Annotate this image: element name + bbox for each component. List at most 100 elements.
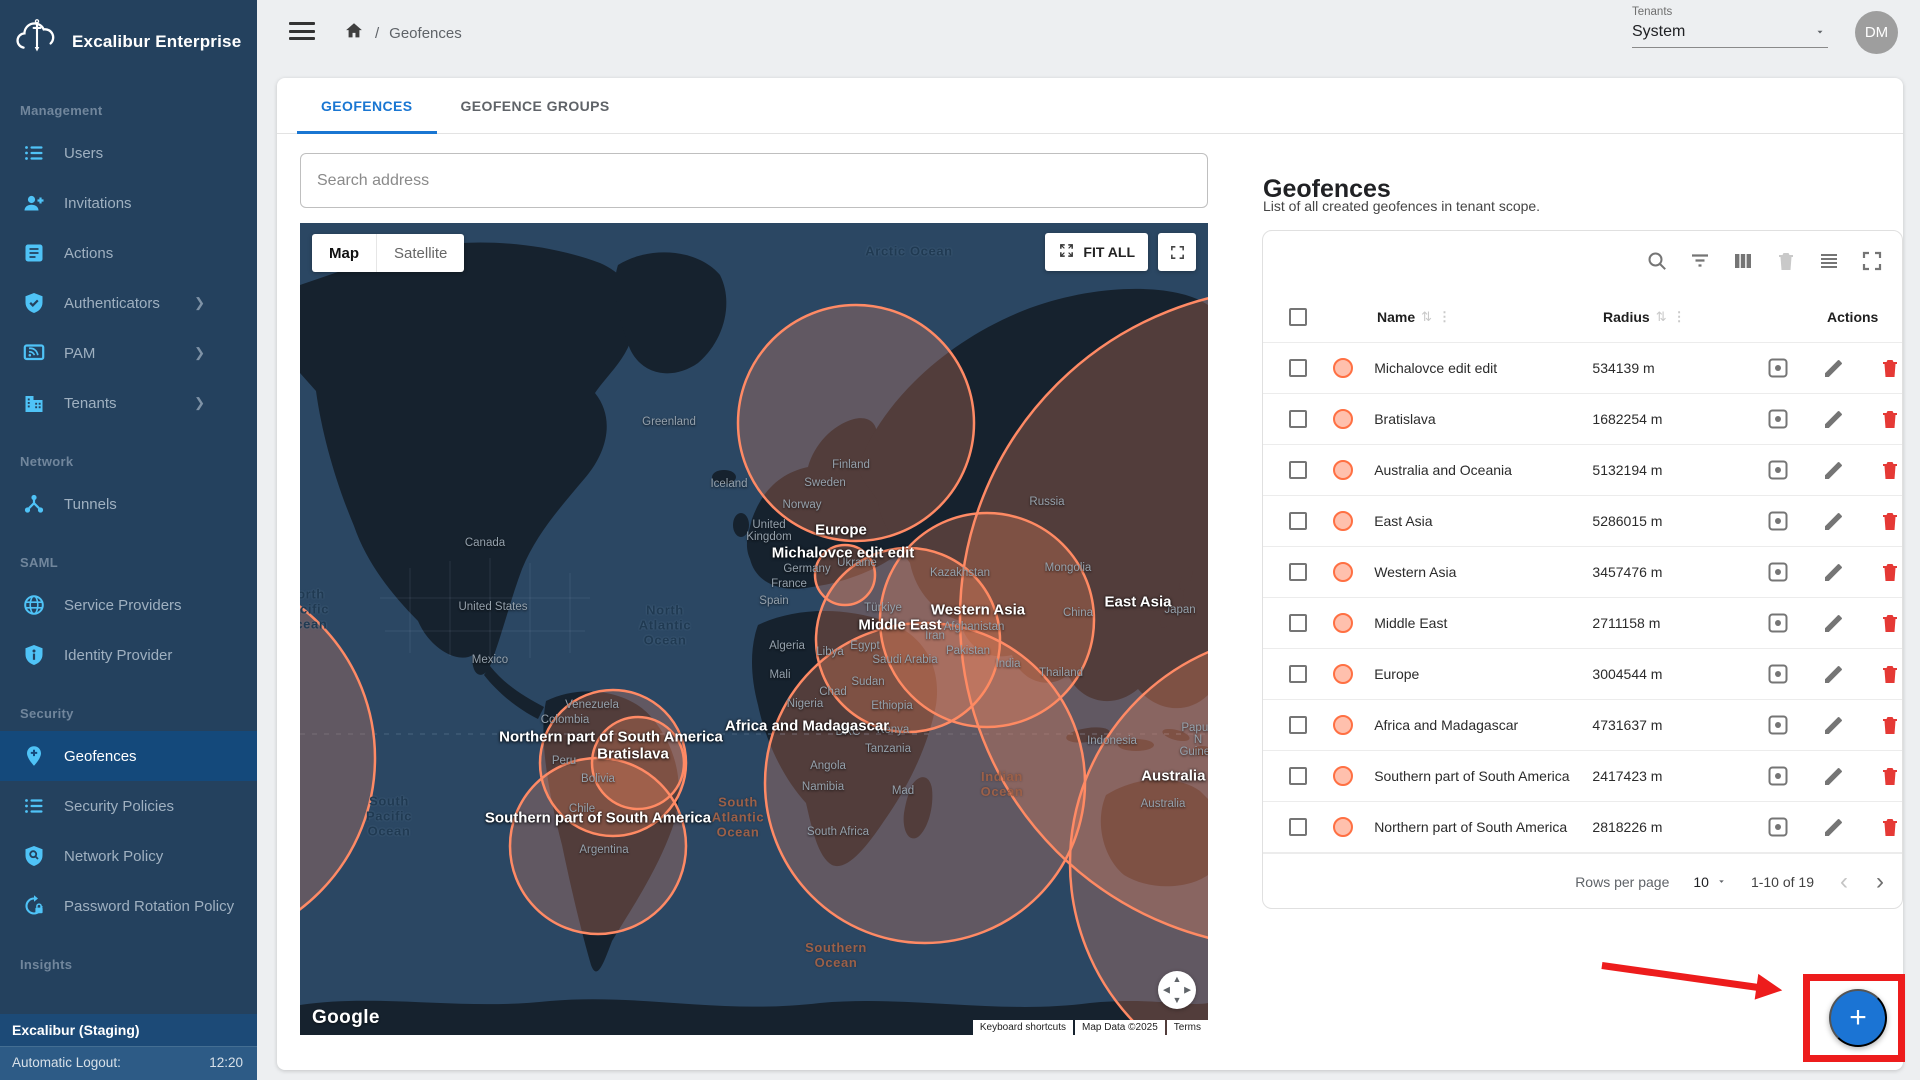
columns-icon[interactable]	[1731, 249, 1755, 273]
delete-icon[interactable]	[1878, 662, 1902, 686]
edit-icon[interactable]	[1822, 509, 1846, 533]
geofence-circle[interactable]	[738, 305, 974, 541]
sidebar-item-security-policies[interactable]: Security Policies	[0, 781, 257, 831]
geofence-circle[interactable]	[510, 758, 686, 934]
column-menu-icon[interactable]: ⋮	[1438, 309, 1451, 325]
rows-per-page-select[interactable]: 10	[1693, 874, 1727, 890]
delete-icon[interactable]	[1878, 713, 1902, 737]
preview-icon[interactable]	[1766, 662, 1790, 686]
map-type-map-button[interactable]: Map	[312, 234, 377, 272]
map-attribution-item[interactable]: Keyboard shortcuts	[973, 1020, 1073, 1035]
map-attribution-item[interactable]: Map Data ©2025	[1075, 1020, 1165, 1035]
delete-icon[interactable]	[1878, 611, 1902, 635]
sidebar-item-users[interactable]: Users	[0, 128, 257, 178]
sort-icon[interactable]: ⇅	[1421, 309, 1432, 325]
row-checkbox[interactable]	[1289, 716, 1307, 734]
row-checkbox[interactable]	[1289, 563, 1307, 581]
fit-all-button[interactable]: FIT ALL	[1045, 233, 1148, 271]
row-checkbox[interactable]	[1289, 410, 1307, 428]
sidebar-item-password-rotation-policy[interactable]: Password Rotation Policy	[0, 881, 257, 931]
sidebar-item-tunnels[interactable]: Tunnels	[0, 479, 257, 529]
tab-geofences[interactable]: GEOFENCES	[297, 78, 437, 133]
add-geofence-button[interactable]: +	[1829, 989, 1887, 1047]
sidebar-item-geofences[interactable]: Geofences	[0, 731, 257, 781]
preview-icon[interactable]	[1766, 764, 1790, 788]
table-row[interactable]: Bratislava 1682254 m	[1263, 394, 1902, 445]
map-pan-control[interactable]: ▲▼ ◀▶	[1158, 971, 1196, 1009]
select-all-checkbox[interactable]	[1289, 308, 1307, 326]
preview-icon[interactable]	[1766, 560, 1790, 584]
table-row[interactable]: Southern part of South America 2417423 m	[1263, 751, 1902, 802]
table-row[interactable]: Europe 3004544 m	[1263, 649, 1902, 700]
delete-icon[interactable]	[1878, 407, 1902, 431]
tenant-select[interactable]: Tenants System	[1632, 6, 1828, 48]
geofence-circle[interactable]	[765, 623, 1085, 943]
preview-icon[interactable]	[1766, 509, 1790, 533]
row-checkbox[interactable]	[1289, 665, 1307, 683]
filter-icon[interactable]	[1688, 249, 1712, 273]
edit-icon[interactable]	[1822, 611, 1846, 635]
sidebar-item-pam[interactable]: PAM❯	[0, 328, 257, 378]
delete-icon[interactable]	[1878, 764, 1902, 788]
preview-icon[interactable]	[1766, 407, 1790, 431]
sidebar-item-service-providers[interactable]: Service Providers	[0, 580, 257, 630]
edit-icon[interactable]	[1822, 662, 1846, 686]
sidebar-item-invitations[interactable]: Invitations	[0, 178, 257, 228]
row-checkbox[interactable]	[1289, 461, 1307, 479]
row-checkbox[interactable]	[1289, 767, 1307, 785]
table-row[interactable]: Middle East 2711158 m	[1263, 598, 1902, 649]
menu-toggle-icon[interactable]	[289, 22, 315, 42]
sidebar-item-identity-provider[interactable]: Identity Provider	[0, 630, 257, 680]
column-name[interactable]: Name	[1377, 309, 1415, 325]
sort-icon[interactable]: ⇅	[1656, 309, 1667, 325]
row-checkbox[interactable]	[1289, 512, 1307, 530]
sidebar-item-tenants[interactable]: Tenants❯	[0, 378, 257, 428]
preview-icon[interactable]	[1766, 815, 1790, 839]
column-radius[interactable]: Radius	[1603, 309, 1650, 325]
edit-icon[interactable]	[1822, 407, 1846, 431]
edit-icon[interactable]	[1822, 815, 1846, 839]
next-page-button[interactable]: ›	[1874, 868, 1886, 896]
table-row[interactable]: Michalovce edit edit 534139 m	[1263, 343, 1902, 394]
preview-icon[interactable]	[1766, 713, 1790, 737]
delete-icon[interactable]	[1878, 458, 1902, 482]
map-fullscreen-button[interactable]	[1158, 233, 1196, 271]
tab-geofence-groups[interactable]: GEOFENCE GROUPS	[437, 78, 634, 133]
google-logo[interactable]: Google	[312, 1007, 380, 1029]
geofence-circle[interactable]	[300, 568, 375, 948]
home-icon[interactable]	[343, 20, 365, 46]
edit-icon[interactable]	[1822, 458, 1846, 482]
preview-icon[interactable]	[1766, 356, 1790, 380]
density-icon[interactable]	[1817, 249, 1841, 273]
delete-icon[interactable]	[1878, 356, 1902, 380]
table-fullscreen-icon[interactable]	[1860, 249, 1884, 273]
map-type-satellite-button[interactable]: Satellite	[377, 234, 464, 272]
column-menu-icon[interactable]: ⋮	[1673, 309, 1686, 325]
table-row[interactable]: East Asia 5286015 m	[1263, 496, 1902, 547]
table-row[interactable]: Northern part of South America 2818226 m	[1263, 802, 1902, 853]
table-row[interactable]: Australia and Oceania 5132194 m	[1263, 445, 1902, 496]
row-checkbox[interactable]	[1289, 614, 1307, 632]
sidebar-item-network-policy[interactable]: Network Policy	[0, 831, 257, 881]
table-row[interactable]: Western Asia 3457476 m	[1263, 547, 1902, 598]
delete-icon[interactable]	[1878, 509, 1902, 533]
search-address-input[interactable]	[300, 153, 1208, 208]
table-row[interactable]: Africa and Madagascar 4731637 m	[1263, 700, 1902, 751]
avatar[interactable]: DM	[1855, 11, 1898, 54]
edit-icon[interactable]	[1822, 713, 1846, 737]
preview-icon[interactable]	[1766, 611, 1790, 635]
edit-icon[interactable]	[1822, 764, 1846, 788]
map-attribution-item[interactable]: Terms	[1167, 1020, 1208, 1035]
row-checkbox[interactable]	[1289, 818, 1307, 836]
row-checkbox[interactable]	[1289, 359, 1307, 377]
sidebar-item-authenticators[interactable]: Authenticators❯	[0, 278, 257, 328]
edit-icon[interactable]	[1822, 356, 1846, 380]
sidebar-item-actions[interactable]: Actions	[0, 228, 257, 278]
geofence-map[interactable]: CanadaUnited StatesMexicoGreenlandIcelan…	[300, 223, 1208, 1035]
geofence-circle-icon	[1333, 766, 1353, 786]
search-icon[interactable]	[1645, 249, 1669, 273]
edit-icon[interactable]	[1822, 560, 1846, 584]
delete-icon[interactable]	[1878, 560, 1902, 584]
delete-icon[interactable]	[1878, 815, 1902, 839]
preview-icon[interactable]	[1766, 458, 1790, 482]
